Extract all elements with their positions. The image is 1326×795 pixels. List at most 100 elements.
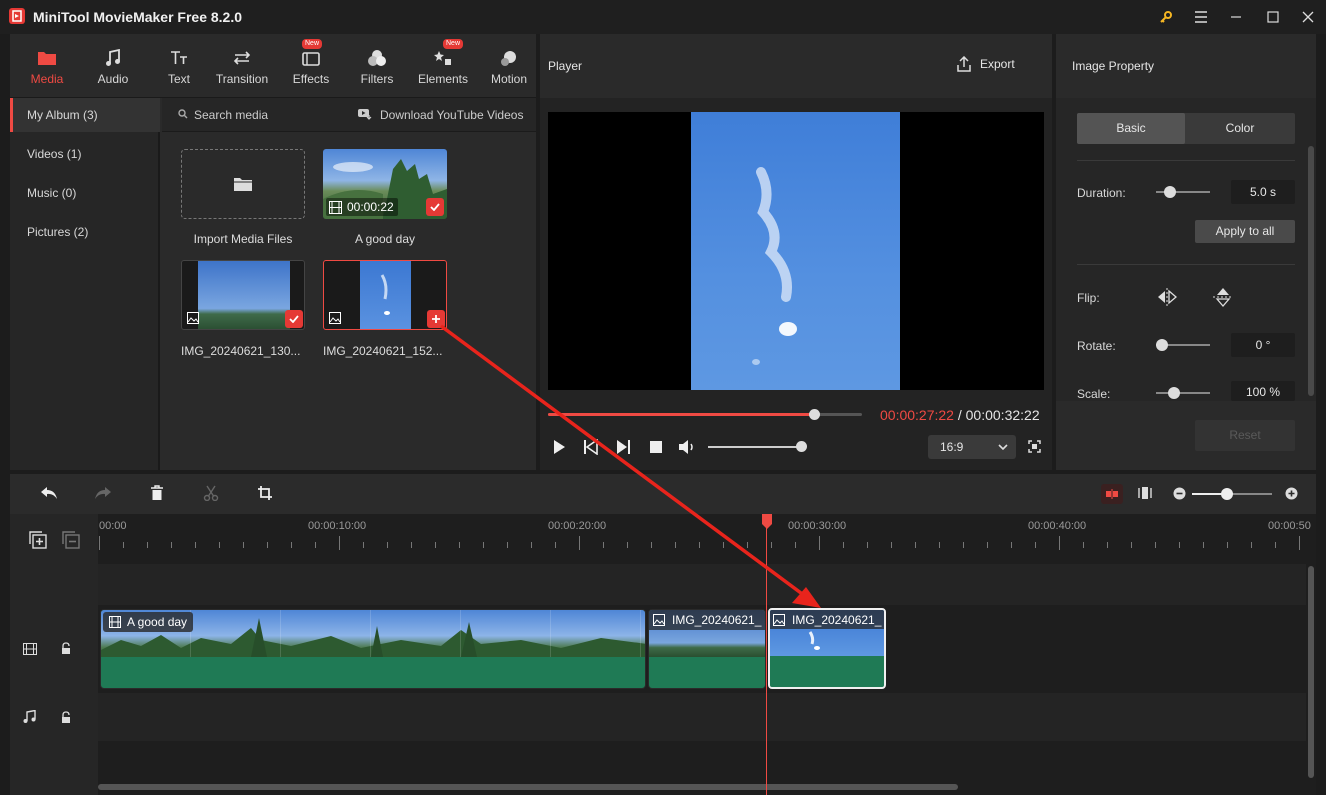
ruler-tick xyxy=(603,542,604,548)
zoom-in-icon[interactable] xyxy=(1285,487,1298,500)
tab-elements[interactable]: New Elements xyxy=(410,34,476,98)
album-item-pictures[interactable]: Pictures (2) xyxy=(10,215,160,249)
folder-icon xyxy=(37,48,57,68)
media-header: Search media Download YouTube Videos xyxy=(162,98,536,132)
rotate-slider-knob[interactable] xyxy=(1156,339,1168,351)
player-title: Player xyxy=(548,59,583,73)
flip-horizontal-icon[interactable] xyxy=(1156,287,1178,307)
video-preview[interactable] xyxy=(548,112,1044,390)
volume-icon[interactable] xyxy=(678,439,696,455)
elements-icon xyxy=(434,48,452,68)
zoom-out-icon[interactable] xyxy=(1173,487,1186,500)
ruler-tick xyxy=(483,542,484,548)
aspect-ratio-select[interactable]: 16:9 xyxy=(928,435,1016,459)
play-icon[interactable] xyxy=(552,439,566,455)
ruler-tick xyxy=(987,542,988,548)
fit-timeline-icon[interactable] xyxy=(1138,485,1152,501)
previous-frame-icon[interactable] xyxy=(583,439,599,455)
title-bar: MiniTool MovieMaker Free 8.2.0 xyxy=(0,0,1326,34)
scale-slider-knob[interactable] xyxy=(1168,387,1180,399)
media-thumb-image-2[interactable] xyxy=(323,260,447,330)
next-frame-icon[interactable] xyxy=(615,439,631,455)
add-track-icon[interactable] xyxy=(29,531,47,549)
duration-input[interactable]: 5.0 s xyxy=(1231,180,1295,204)
fullscreen-icon[interactable] xyxy=(1028,440,1041,453)
clip-label: IMG_20240621_ xyxy=(770,610,884,629)
playback-progress-knob[interactable] xyxy=(809,409,820,420)
volume-slider[interactable] xyxy=(708,446,803,448)
ruler-tick xyxy=(219,542,220,548)
ruler-tick xyxy=(363,542,364,548)
timeline-clip-image-1[interactable]: IMG_20240621_ xyxy=(648,609,766,689)
horizontal-scrollbar[interactable] xyxy=(98,784,958,790)
tab-color[interactable]: Color xyxy=(1185,113,1295,144)
rotate-input[interactable]: 0 ° xyxy=(1231,333,1295,357)
apply-to-all-button[interactable]: Apply to all xyxy=(1195,220,1295,243)
playhead-handle[interactable] xyxy=(761,514,773,530)
new-badge: New xyxy=(443,39,464,49)
stop-icon[interactable] xyxy=(649,440,663,454)
media-thumb-video[interactable]: 00:00:22 xyxy=(323,149,447,219)
tab-text[interactable]: Text xyxy=(146,34,212,98)
timeline-clip-image-2-selected[interactable]: IMG_20240621_ xyxy=(768,608,886,689)
duration-slider-knob[interactable] xyxy=(1164,186,1176,198)
ruler-tick xyxy=(699,542,700,548)
remove-track-icon[interactable] xyxy=(62,531,80,549)
new-badge: New xyxy=(302,39,323,49)
tab-basic[interactable]: Basic xyxy=(1077,113,1185,144)
music-note-icon xyxy=(105,48,121,68)
key-icon[interactable] xyxy=(1155,6,1177,28)
ruler-tick xyxy=(1035,542,1036,548)
undo-icon[interactable] xyxy=(40,486,58,500)
ruler-tick xyxy=(1107,542,1108,548)
image-icon xyxy=(187,312,199,324)
playhead-line[interactable] xyxy=(766,514,767,795)
import-media-button[interactable] xyxy=(181,149,305,219)
album-item-videos[interactable]: Videos (1) xyxy=(10,137,160,171)
album-item-my-album[interactable]: My Album (3) xyxy=(10,98,160,132)
redo-icon[interactable] xyxy=(94,486,112,500)
album-sidebar: My Album (3) Videos (1) Music (0) Pictur… xyxy=(10,98,160,470)
zoom-slider-knob[interactable] xyxy=(1221,488,1233,500)
clip-label: A good day xyxy=(103,612,194,632)
split-scissors-icon[interactable] xyxy=(203,485,219,501)
vertical-scrollbar[interactable] xyxy=(1308,566,1314,778)
export-button[interactable]: Export xyxy=(956,56,1015,72)
reset-button[interactable]: Reset xyxy=(1195,420,1295,451)
property-title: Image Property xyxy=(1072,59,1155,73)
delete-icon[interactable] xyxy=(150,485,164,501)
scale-slider[interactable] xyxy=(1156,392,1210,394)
snap-icon[interactable] xyxy=(1101,484,1123,504)
ruler-tick xyxy=(1059,536,1060,550)
media-thumb-image-1[interactable] xyxy=(181,260,305,330)
added-check-icon xyxy=(426,198,444,216)
ruler-tick xyxy=(963,542,964,548)
search-media-input[interactable]: Search media xyxy=(194,108,268,122)
property-scrollbar[interactable] xyxy=(1308,146,1314,396)
property-tabs: Basic Color xyxy=(1077,113,1295,144)
add-to-timeline-icon[interactable] xyxy=(427,310,445,328)
tab-motion[interactable]: Motion xyxy=(476,34,542,98)
close-icon[interactable] xyxy=(1297,6,1319,28)
scale-input[interactable]: 100 % xyxy=(1231,381,1295,401)
album-item-music[interactable]: Music (0) xyxy=(10,176,160,210)
maximize-icon[interactable] xyxy=(1262,6,1284,28)
crop-icon[interactable] xyxy=(257,485,273,501)
current-time: 00:00:27:22 xyxy=(880,407,954,423)
menu-icon[interactable] xyxy=(1190,6,1212,28)
tab-effects[interactable]: New Effects xyxy=(278,34,344,98)
minimize-icon[interactable] xyxy=(1225,6,1247,28)
flip-vertical-icon[interactable] xyxy=(1212,286,1234,308)
volume-knob[interactable] xyxy=(796,441,807,452)
timeline-clip-video[interactable]: A good day xyxy=(100,609,646,689)
ruler-tick xyxy=(843,542,844,548)
track-headers xyxy=(10,514,98,795)
download-youtube-button[interactable]: Download YouTube Videos xyxy=(380,108,523,122)
lock-icon[interactable] xyxy=(61,711,71,724)
lock-icon[interactable] xyxy=(61,642,71,655)
tab-transition[interactable]: Transition xyxy=(209,34,275,98)
tab-audio[interactable]: Audio xyxy=(80,34,146,98)
tab-filters[interactable]: Filters xyxy=(344,34,410,98)
film-icon xyxy=(23,643,37,655)
tab-media[interactable]: Media xyxy=(14,34,80,98)
